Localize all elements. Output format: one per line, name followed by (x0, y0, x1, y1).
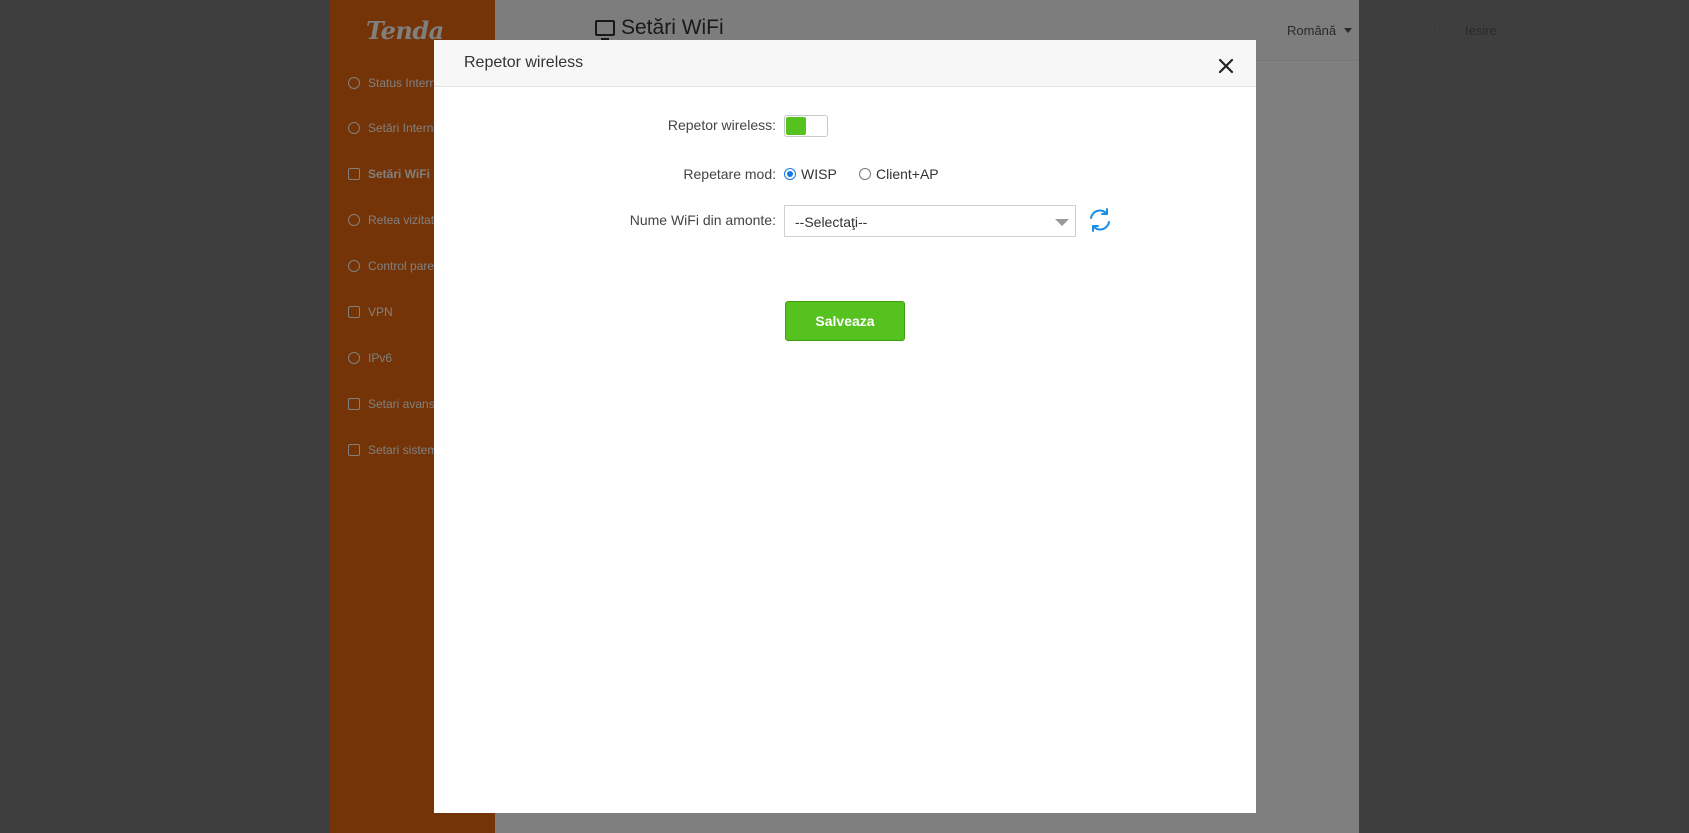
refresh-icon (1090, 208, 1110, 232)
upstream-wifi-select[interactable]: --Selectaţi-- (784, 205, 1076, 237)
wireless-repeater-dialog: Repetor wireless Repetor wireless: Repet… (434, 40, 1256, 813)
chevron-down-icon (1055, 219, 1069, 226)
dialog-title: Repetor wireless (464, 54, 584, 71)
close-icon (1218, 58, 1234, 74)
toggle-knob (786, 117, 806, 135)
refresh-button[interactable] (1086, 206, 1114, 234)
upstream-row: Nume WiFi din amonte: --Selectaţi-- (434, 205, 1256, 237)
radio-unchecked-icon (859, 168, 871, 180)
mode-radio-wisp[interactable]: WISP (784, 166, 837, 182)
repeater-row: Repetor wireless: (434, 110, 1256, 140)
upstream-label: Nume WiFi din amonte: (629, 212, 776, 228)
repeater-label: Repetor wireless: (667, 117, 776, 133)
select-value: --Selectaţi-- (795, 214, 868, 230)
mode-label: Repetare mod: (683, 166, 776, 182)
radio-label: WISP (801, 166, 837, 182)
close-button[interactable] (1216, 56, 1236, 76)
radio-label: Client+AP (876, 166, 939, 182)
radio-checked-icon (784, 168, 796, 180)
repeater-toggle[interactable] (784, 115, 828, 137)
mode-radio-client-ap[interactable]: Client+AP (859, 166, 939, 182)
dialog-header: Repetor wireless (434, 40, 1256, 87)
save-button[interactable]: Salveaza (785, 301, 905, 341)
mode-row: Repetare mod: WISP Client+AP (434, 159, 1256, 189)
